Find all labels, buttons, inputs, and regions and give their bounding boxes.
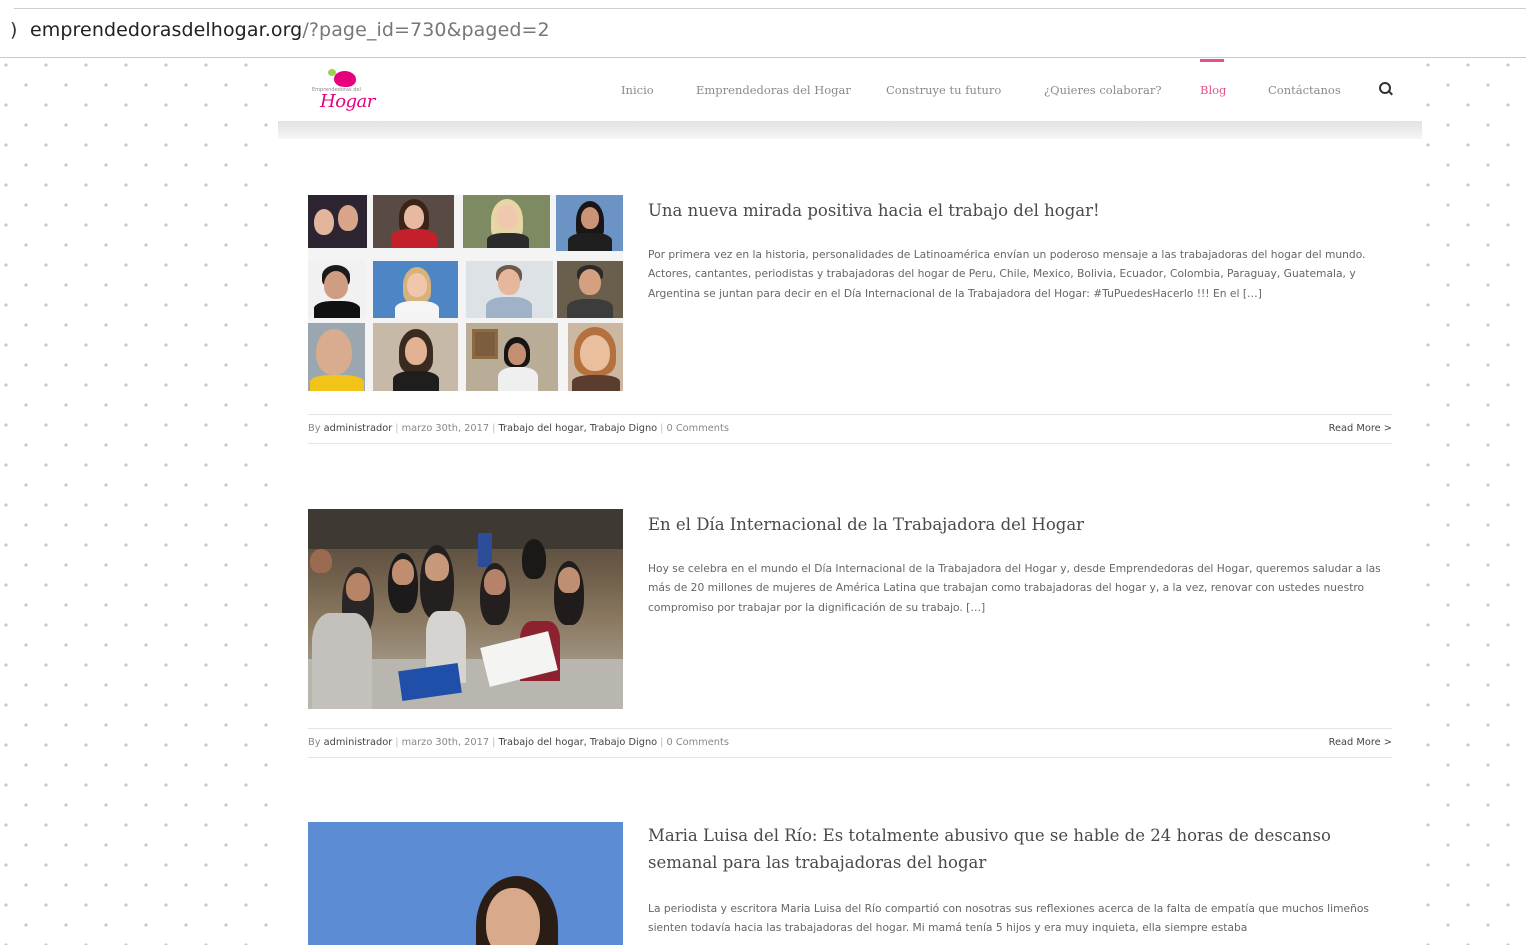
- post-title[interactable]: Una nueva mirada positiva hacia el traba…: [648, 197, 1398, 224]
- mosaic-tile: [308, 323, 365, 391]
- read-more-link[interactable]: Read More >: [1329, 423, 1392, 434]
- post-title[interactable]: Maria Luisa del Río: Es totalmente abusi…: [648, 822, 1398, 876]
- mosaic-tile: [568, 323, 623, 391]
- read-more-link[interactable]: Read More >: [1329, 737, 1392, 748]
- post-thumbnail[interactable]: [308, 822, 623, 945]
- mosaic-tile: [556, 195, 623, 251]
- mosaic-tile: [373, 261, 458, 318]
- toolbar-divider: [14, 8, 1526, 9]
- url-path: /?page_id=730&paged=2: [302, 19, 550, 41]
- nav-active-indicator: [1200, 59, 1224, 62]
- page-content: Emprendedoras del Hogar Inicio Emprended…: [278, 59, 1422, 945]
- browser-address-bar[interactable]: ) emprendedorasdelhogar.org/?page_id=730…: [0, 0, 1526, 58]
- meta-comments-link[interactable]: 0 Comments: [666, 737, 728, 748]
- post-item: Maria Luisa del Río: Es totalmente abusi…: [308, 822, 1392, 945]
- meta-by: By: [308, 737, 321, 748]
- post-meta: By administrador | marzo 30th, 2017 | Trabaj…: [308, 728, 1392, 758]
- post-thumbnail-mosaic[interactable]: [308, 195, 623, 391]
- meta-categories-link[interactable]: Trabajo del hogar, Trabajo Digno: [498, 737, 657, 748]
- background-pattern-left: [0, 59, 278, 945]
- post-thumbnail[interactable]: [308, 509, 623, 709]
- post-item: En el Día Internacional de la Trabajador…: [308, 509, 1392, 771]
- nav-item-construye[interactable]: Construye tu futuro: [886, 83, 1001, 97]
- site-header: Emprendedoras del Hogar Inicio Emprended…: [278, 59, 1422, 121]
- background-pattern-right: [1422, 59, 1526, 945]
- header-shadow-bar: [278, 121, 1422, 139]
- meta-author-link[interactable]: administrador: [324, 423, 393, 434]
- post-meta-info: By administrador | marzo 30th, 2017 | Trabaj…: [308, 423, 729, 434]
- nav-item-emprendedoras[interactable]: Emprendedoras del Hogar: [696, 83, 851, 97]
- post-meta: By administrador | marzo 30th, 2017 | Trabaj…: [308, 414, 1392, 444]
- address-bar-edge-glyph: ): [10, 19, 18, 41]
- meta-by: By: [308, 423, 321, 434]
- mosaic-tile: [466, 261, 553, 318]
- meta-date: marzo 30th, 2017: [401, 423, 490, 434]
- mosaic-tile: [557, 261, 623, 318]
- post-meta-info: By administrador | marzo 30th, 2017 | Trabaj…: [308, 737, 729, 748]
- meta-date: marzo 30th, 2017: [401, 737, 490, 748]
- mosaic-tile: [308, 195, 367, 248]
- nav-item-inicio[interactable]: Inicio: [621, 83, 654, 97]
- post-item: Una nueva mirada positiva hacia el traba…: [308, 195, 1392, 457]
- search-icon[interactable]: [1378, 81, 1394, 97]
- post-excerpt: Por primera vez en la historia, personal…: [648, 248, 1366, 300]
- main-nav: Inicio Emprendedoras del Hogar Construye…: [278, 59, 1422, 121]
- post-title[interactable]: En el Día Internacional de la Trabajador…: [648, 511, 1398, 538]
- mosaic-tile: [373, 195, 454, 248]
- mosaic-tile: [466, 323, 558, 391]
- nav-item-contactanos[interactable]: Contáctanos: [1268, 83, 1341, 97]
- meta-comments-link[interactable]: 0 Comments: [666, 423, 728, 434]
- mosaic-tile: [463, 195, 550, 248]
- nav-item-blog[interactable]: Blog: [1200, 83, 1226, 97]
- nav-item-colaborar[interactable]: ¿Quieres colaborar?: [1044, 83, 1162, 97]
- meta-author-link[interactable]: administrador: [324, 737, 393, 748]
- url-host: emprendedorasdelhogar.org: [30, 19, 303, 41]
- post-excerpt: La periodista y escritora Maria Luisa de…: [648, 902, 1369, 935]
- mosaic-tile: [373, 323, 458, 391]
- meta-categories-link[interactable]: Trabajo del hogar, Trabajo Digno: [498, 423, 657, 434]
- mosaic-tile: [308, 261, 365, 318]
- post-excerpt: Hoy se celebra en el mundo el Día Intern…: [648, 562, 1381, 614]
- url-text[interactable]: emprendedorasdelhogar.org/?page_id=730&p…: [30, 19, 550, 41]
